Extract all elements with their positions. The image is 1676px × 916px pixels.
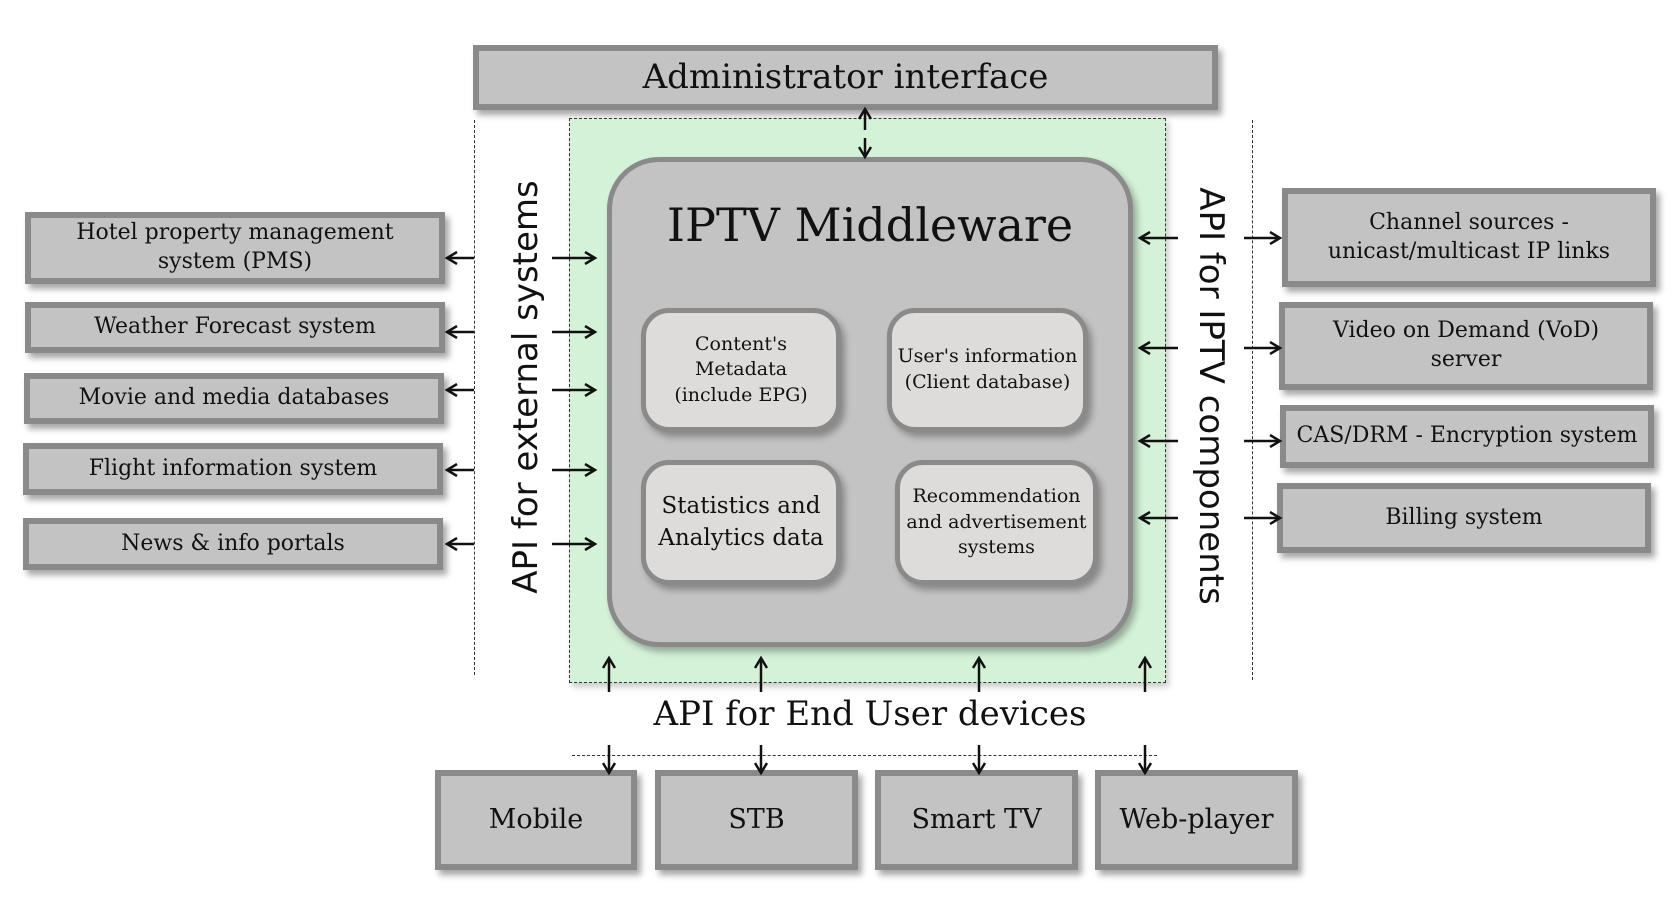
connector-arrows — [0, 0, 1676, 916]
